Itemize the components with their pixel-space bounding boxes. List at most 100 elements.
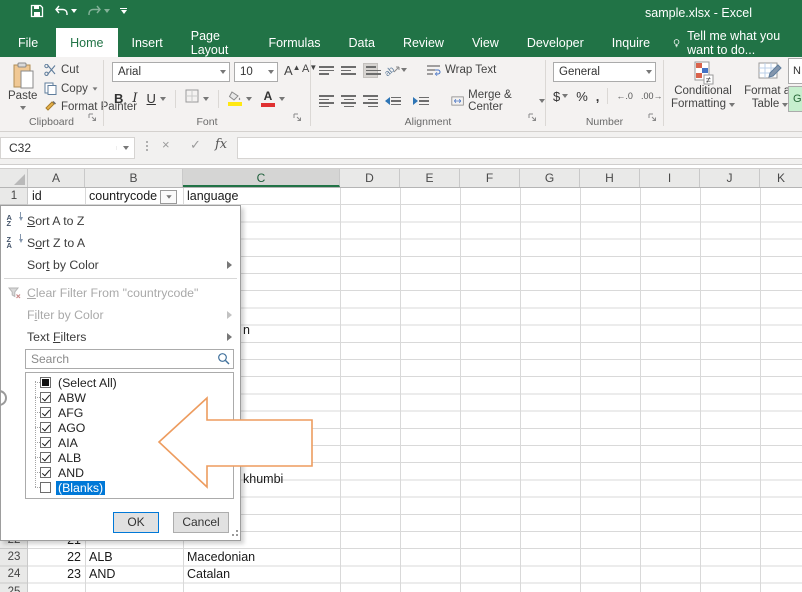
underline-button[interactable]: U — [147, 91, 156, 106]
tab-file[interactable]: File — [0, 28, 56, 57]
column-header-f[interactable]: F — [460, 169, 520, 187]
underline-caret-icon[interactable] — [160, 97, 166, 101]
font-size-caret-icon[interactable] — [268, 70, 274, 74]
menu-sort-z-to-a[interactable]: ZA Sort Z to A — [1, 232, 240, 254]
increase-decimal-button[interactable]: ←.0 — [616, 91, 633, 101]
column-header-k[interactable]: K — [760, 169, 802, 187]
number-format-caret-icon[interactable] — [646, 70, 652, 74]
filter-item-select-all[interactable]: (Select All) — [26, 375, 233, 390]
font-color-caret-icon[interactable] — [279, 97, 285, 101]
tab-page-layout[interactable]: Page Layout — [177, 28, 255, 57]
tab-developer[interactable]: Developer — [513, 28, 598, 57]
align-middle-icon[interactable] — [341, 66, 356, 75]
cell-b23[interactable]: ALB — [89, 549, 113, 566]
paste-button[interactable]: Paste — [8, 62, 37, 110]
font-name-combo[interactable]: Arial — [112, 62, 230, 82]
number-format-combo[interactable]: General — [553, 62, 656, 82]
tab-home[interactable]: Home — [56, 28, 117, 57]
clipboard-dialog-launcher-icon[interactable] — [88, 109, 97, 127]
paste-caret-icon[interactable] — [20, 106, 26, 110]
column-header-i[interactable]: I — [640, 169, 700, 187]
bold-button[interactable]: B — [114, 91, 123, 106]
wrap-text-button[interactable]: Wrap Text — [426, 64, 496, 76]
borders-button[interactable] — [185, 89, 199, 108]
column-header-e[interactable]: E — [400, 169, 460, 187]
fill-color-button[interactable] — [228, 91, 242, 106]
currency-button[interactable]: $ — [553, 89, 560, 104]
font-color-button[interactable]: A — [261, 91, 275, 107]
column-header-g[interactable]: G — [520, 169, 580, 187]
formula-input[interactable] — [237, 137, 802, 159]
copy-caret-icon[interactable] — [92, 87, 97, 90]
cell-c1[interactable]: language — [187, 188, 238, 205]
name-box[interactable]: C32 — [0, 137, 135, 159]
cut-button[interactable]: Cut — [44, 64, 79, 76]
cell-style-normal[interactable]: N — [788, 58, 802, 84]
save-icon[interactable] — [30, 4, 44, 18]
confirm-entry-icon[interactable]: ✓ — [190, 137, 201, 153]
ok-button[interactable]: OK — [113, 512, 159, 533]
checkbox-icon[interactable] — [40, 482, 51, 493]
column-header-b[interactable]: B — [85, 169, 183, 187]
cell-c24[interactable]: Catalan — [187, 566, 230, 583]
checkbox-icon[interactable] — [40, 422, 51, 433]
conditional-formatting-button[interactable]: ≠ Conditional Formatting — [666, 61, 740, 111]
cell-a1[interactable]: id — [32, 188, 42, 205]
fill-color-caret-icon[interactable] — [246, 97, 252, 101]
column-header-d[interactable]: D — [340, 169, 400, 187]
cell-b1[interactable]: countrycode — [89, 188, 157, 205]
select-all-corner[interactable] — [0, 169, 28, 187]
font-name-caret-icon[interactable] — [220, 70, 226, 74]
alignment-dialog-launcher-icon[interactable] — [528, 109, 537, 127]
tab-review[interactable]: Review — [389, 28, 458, 57]
menu-sort-by-color[interactable]: Sort by Color — [1, 254, 240, 276]
percent-button[interactable]: % — [576, 89, 588, 104]
undo-caret-icon[interactable] — [71, 9, 77, 13]
decrease-decimal-button[interactable]: .00→ — [641, 91, 663, 101]
name-box-value[interactable]: C32 — [1, 141, 116, 155]
checkbox-icon[interactable] — [40, 407, 51, 418]
italic-button[interactable]: I — [132, 91, 137, 106]
tab-formulas[interactable]: Formulas — [254, 28, 334, 57]
font-size-combo[interactable]: 10 — [234, 62, 278, 82]
cell-style-good[interactable]: G — [788, 86, 802, 112]
cell-b24[interactable]: AND — [89, 566, 115, 583]
column-header-c[interactable]: C — [183, 169, 340, 187]
tab-insert[interactable]: Insert — [118, 28, 177, 57]
checkbox-icon[interactable] — [40, 437, 51, 448]
row-header-1[interactable]: 1 — [0, 188, 28, 205]
search-icon[interactable] — [217, 352, 230, 365]
filter-search-input[interactable] — [25, 349, 234, 369]
undo-button[interactable] — [54, 5, 77, 18]
cancel-entry-icon[interactable]: × — [162, 137, 170, 152]
cell-a24[interactable]: 23 — [28, 566, 81, 583]
grow-font-button[interactable]: A▲ — [284, 63, 301, 78]
formula-bar-splitter[interactable] — [146, 141, 148, 151]
name-box-caret-icon[interactable] — [123, 146, 129, 150]
copy-button[interactable]: Copy — [44, 82, 98, 95]
checkbox-icon[interactable] — [40, 377, 51, 388]
increase-indent-icon[interactable] — [413, 97, 434, 106]
row-header-24[interactable]: 24 — [0, 566, 28, 583]
checkbox-icon[interactable] — [40, 452, 51, 463]
customize-qat-button[interactable] — [120, 8, 127, 15]
orientation-button[interactable]: ab — [385, 63, 407, 77]
checkbox-icon[interactable] — [40, 467, 51, 478]
column-header-j[interactable]: J — [700, 169, 760, 187]
align-right-icon[interactable] — [363, 95, 378, 107]
tell-me-box[interactable]: Tell me what you want to do... — [672, 28, 802, 57]
cell-a23[interactable]: 22 — [28, 549, 81, 566]
row-header-25[interactable]: 25 — [0, 584, 28, 592]
cancel-button[interactable]: Cancel — [173, 512, 229, 533]
align-left-icon[interactable] — [319, 95, 334, 107]
comma-button[interactable]: , — [596, 89, 600, 104]
currency-caret-icon[interactable] — [562, 94, 568, 98]
menu-sort-a-to-z[interactable]: AZ Sort A to Z — [1, 210, 240, 232]
tab-view[interactable]: View — [458, 28, 513, 57]
align-top-icon[interactable] — [319, 66, 334, 75]
menu-text-filters[interactable]: Text Filters — [1, 326, 240, 348]
tab-data[interactable]: Data — [335, 28, 389, 57]
column-header-a[interactable]: A — [28, 169, 85, 187]
decrease-indent-icon[interactable] — [385, 97, 406, 106]
resize-grip[interactable] — [230, 530, 238, 538]
